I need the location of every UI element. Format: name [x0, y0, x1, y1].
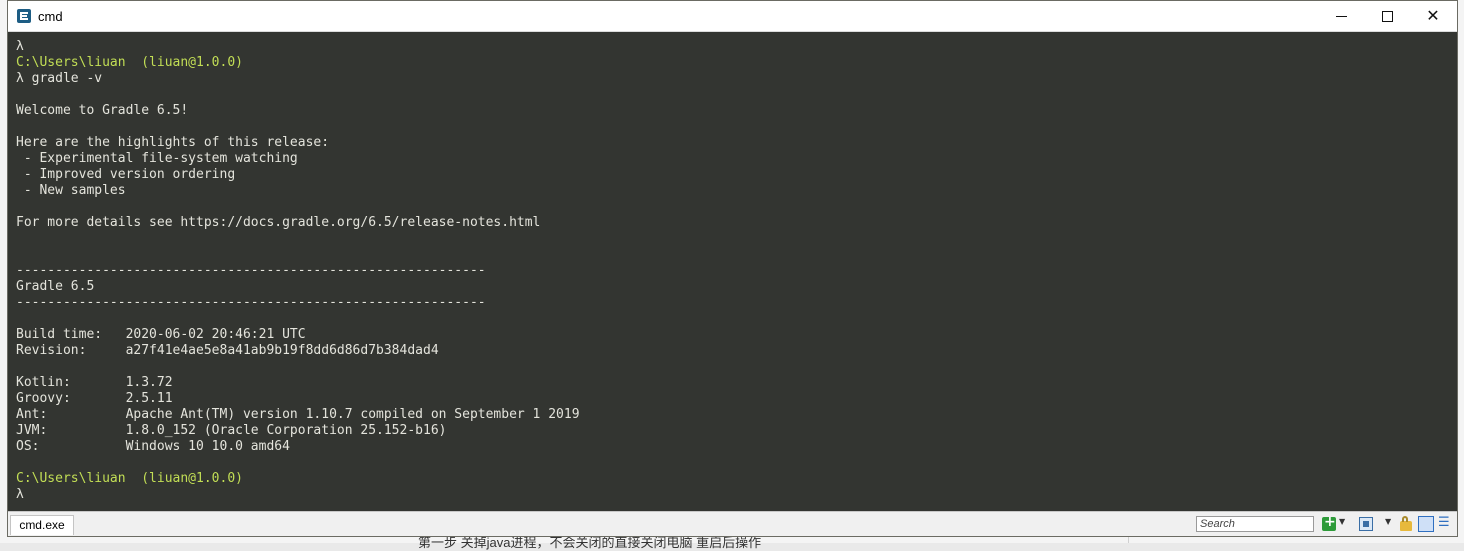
chevron-down-icon[interactable]: ▼ [1385, 517, 1391, 526]
minimize-button[interactable] [1318, 1, 1364, 31]
console-line: For more details see https://docs.gradle… [16, 215, 541, 230]
console-output[interactable]: λ C:\Users\liuan (liuan@1.0.0) λ gradle -v… [16, 39, 1436, 509]
maximize-button[interactable] [1364, 1, 1410, 31]
console-line: Kotlin: 1.3.72 [16, 375, 173, 390]
lock-icon[interactable] [1400, 516, 1412, 531]
console-line: Here are the highlights of this release: [16, 135, 330, 150]
tab-bar: cmd.exe Search ▼ ▼ [8, 511, 1457, 536]
cmder-window: cmd ✕ λ C:\Users\liuan (liuan@1.0.0) λ gra… [7, 0, 1458, 537]
title-bar[interactable]: cmd ✕ [8, 1, 1457, 32]
search-input[interactable]: Search [1196, 516, 1314, 532]
settings-icon[interactable] [1438, 515, 1452, 531]
close-icon: ✕ [1426, 8, 1440, 25]
console-line: OS: Windows 10 10.0 amd64 [16, 439, 290, 454]
console-line: Ant: Apache Ant(TM) version 1.10.7 compi… [16, 407, 580, 422]
console-line: Build time: 2020-06-02 20:46:21 UTC [16, 327, 306, 342]
console-line: ----------------------------------------… [16, 263, 486, 278]
new-console-icon[interactable] [1322, 514, 1336, 531]
console-line: - Improved version ordering [16, 167, 236, 182]
console-line: λ [16, 39, 24, 54]
console-line: Groovy: 2.5.11 [16, 391, 173, 406]
console-line: λ gradle -v [16, 71, 103, 86]
maximize-icon [1381, 10, 1393, 22]
console-line: Welcome to Gradle 6.5! [16, 103, 189, 118]
console-line: C:\Users\liuan (liuan@1.0.0) [16, 471, 243, 486]
console-line: ----------------------------------------… [16, 295, 486, 310]
window-title: cmd [38, 9, 63, 24]
chevron-down-icon[interactable]: ▼ [1339, 517, 1345, 526]
console-line: JVM: 1.8.0_152 (Oracle Corporation 25.15… [16, 423, 447, 438]
console-line: λ [16, 487, 24, 502]
console-line: Revision: a27f41e4ae5e8a41ab9b19f8dd6d86… [16, 343, 439, 358]
console-line: - Experimental file-system watching [16, 151, 298, 166]
minimize-icon [1335, 15, 1347, 17]
view-icon[interactable] [1418, 516, 1434, 532]
console-line: Gradle 6.5 [16, 279, 95, 294]
console-line: C:\Users\liuan (liuan@1.0.0) [16, 55, 243, 70]
console-app-icon [17, 9, 31, 23]
console-line: - New samples [16, 183, 126, 198]
close-button[interactable]: ✕ [1410, 1, 1456, 31]
layout-icon[interactable] [1359, 517, 1373, 531]
tab-cmd-exe[interactable]: cmd.exe [10, 515, 74, 535]
